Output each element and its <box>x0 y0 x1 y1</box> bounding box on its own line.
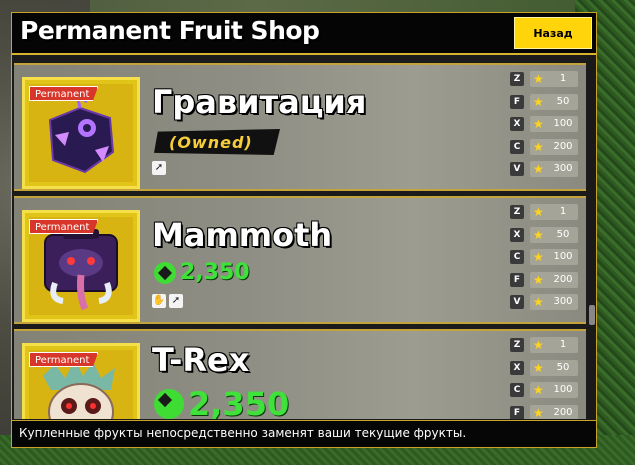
move-list: Z ★ 1 X ★ 50 C ★ 100 F ★ 200 V ★ 300 <box>510 204 580 317</box>
footer-note: Купленные фрукты непосредственно заменят… <box>19 426 467 440</box>
move-row: Z ★ 1 <box>510 337 580 355</box>
fruit-name: T-Rex <box>152 341 250 379</box>
fruit-shop-panel: Permanent Fruit Shop Назад Permanent Гра… <box>11 12 597 448</box>
fruit-card-gravity[interactable]: Permanent Гравитация (Owned) ➚ Z ★ 1 F ★ 50 … <box>14 63 586 191</box>
fruit-type-icons: ➚ <box>152 161 166 175</box>
fruit-card-t-rex[interactable]: Permanent T-Rex 2,350 Z ★ 1 X ★ 50 C ★ 100 F ★ 2… <box>14 329 586 419</box>
move-key: C <box>510 250 524 265</box>
star-icon: ★ <box>533 227 544 242</box>
fruit-thumbnail: Permanent <box>22 343 140 419</box>
fruit-name: Гравитация <box>152 83 367 121</box>
fruit-price[interactable]: 2,350 <box>154 385 289 419</box>
move-key: X <box>510 117 524 132</box>
move-row: Z ★ 1 <box>510 204 580 222</box>
star-icon: ★ <box>533 94 544 109</box>
scrollbar[interactable] <box>588 55 596 419</box>
owned-text: (Owned) <box>169 133 253 152</box>
move-key: F <box>510 272 524 287</box>
star-icon: ★ <box>533 383 544 398</box>
star-icon: ★ <box>533 295 544 310</box>
move-key: V <box>510 162 524 177</box>
move-row: X ★ 50 <box>510 359 580 378</box>
move-level: 50 <box>556 95 570 107</box>
permanent-badge: Permanent <box>29 219 99 234</box>
star-icon: ★ <box>533 72 544 86</box>
star-icon: ★ <box>533 272 544 287</box>
star-icon: ★ <box>533 162 544 177</box>
fruit-thumbnail: Permanent <box>22 210 140 322</box>
fruit-price[interactable]: 2,350 <box>154 260 250 285</box>
star-icon: ★ <box>533 117 544 132</box>
fruit-list[interactable]: Permanent Гравитация (Owned) ➚ Z ★ 1 F ★ 50 … <box>12 55 588 419</box>
move-row: F ★ 200 <box>510 271 580 290</box>
move-level: 100 <box>553 251 573 263</box>
price-value: 2,350 <box>180 260 250 285</box>
fruit-card-mammoth[interactable]: Permanent Mammoth 2,350 ✋ ➚ Z ★ 1 X ★ 50 C ★ 1… <box>14 196 586 324</box>
move-row: V ★ 300 <box>510 294 580 312</box>
permanent-badge: Permanent <box>29 352 99 367</box>
move-list: Z ★ 1 F ★ 50 X ★ 100 C ★ 200 V ★ 300 <box>510 71 580 184</box>
move-level: 200 <box>553 273 573 285</box>
move-key: Z <box>510 205 524 219</box>
move-key: F <box>510 405 524 419</box>
back-button[interactable]: Назад <box>514 17 592 49</box>
move-level: 300 <box>553 163 573 175</box>
star-icon: ★ <box>533 360 544 375</box>
move-key: Z <box>510 72 524 86</box>
move-key: V <box>510 295 524 310</box>
star-icon: ★ <box>533 205 544 219</box>
move-level: 50 <box>556 361 570 373</box>
move-list: Z ★ 1 X ★ 50 C ★ 100 F ★ 200 <box>510 337 580 419</box>
move-row: Z ★ 1 <box>510 71 580 89</box>
shop-header: Permanent Fruit Shop Назад <box>12 13 596 55</box>
move-icon: ➚ <box>152 161 166 175</box>
star-icon: ★ <box>533 338 544 352</box>
move-row: F ★ 50 <box>510 93 580 112</box>
move-row: X ★ 100 <box>510 116 580 134</box>
move-icon: ➚ <box>169 294 183 308</box>
fruit-type-icons: ✋ ➚ <box>152 294 183 308</box>
star-icon: ★ <box>533 405 544 419</box>
move-level: 1 <box>559 73 567 84</box>
star-icon: ★ <box>533 250 544 265</box>
price-value: 2,350 <box>188 385 290 419</box>
move-level: 200 <box>553 406 573 418</box>
move-row: C ★ 100 <box>510 249 580 267</box>
permanent-badge: Permanent <box>29 86 99 101</box>
move-level: 100 <box>553 384 573 396</box>
robux-icon <box>154 389 184 419</box>
move-level: 50 <box>556 228 570 240</box>
move-key: F <box>510 94 524 109</box>
shop-title: Permanent Fruit Shop <box>20 16 320 45</box>
move-level: 300 <box>553 296 573 308</box>
claw-icon: ✋ <box>152 294 166 308</box>
move-key: X <box>510 227 524 242</box>
owned-label: (Owned) <box>154 129 280 155</box>
move-level: 100 <box>553 118 573 130</box>
move-key: X <box>510 360 524 375</box>
move-level: 200 <box>553 140 573 152</box>
footer-note-bar: Купленные фрукты непосредственно заменят… <box>12 420 596 447</box>
fruit-name: Mammoth <box>152 216 333 254</box>
star-icon: ★ <box>533 139 544 154</box>
fruit-thumbnail: Permanent <box>22 77 140 189</box>
move-key: Z <box>510 338 524 352</box>
move-key: C <box>510 139 524 154</box>
scrollbar-thumb[interactable] <box>589 305 595 325</box>
move-row: F ★ 200 <box>510 404 580 419</box>
move-row: C ★ 100 <box>510 382 580 400</box>
move-key: C <box>510 383 524 398</box>
robux-icon <box>154 261 176 284</box>
move-level: 1 <box>559 206 567 217</box>
move-row: V ★ 300 <box>510 161 580 179</box>
move-row: X ★ 50 <box>510 226 580 245</box>
move-row: C ★ 200 <box>510 138 580 157</box>
move-level: 1 <box>559 339 567 350</box>
